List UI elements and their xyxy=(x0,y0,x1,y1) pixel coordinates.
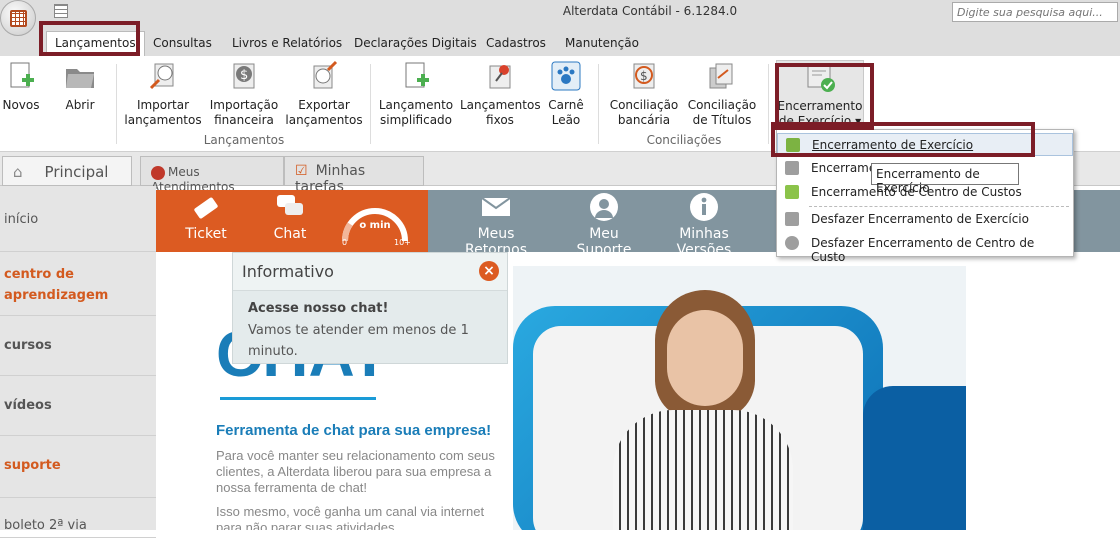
meus-retornos-button[interactable]: Meus Retornos xyxy=(446,192,546,258)
tab-meus-atendimentos[interactable]: Meus Atendimentos xyxy=(140,156,284,194)
dollar-icon: $ xyxy=(228,60,260,92)
sidebar-item-suporte[interactable]: suporte xyxy=(0,436,156,498)
conciliacao-bancaria-button[interactable]: $ Conciliação bancária xyxy=(606,60,682,128)
sidebar: início centro de aprendizagem cursos víd… xyxy=(0,186,156,538)
user-icon xyxy=(589,192,619,222)
new-document-icon xyxy=(5,60,37,92)
novos-button[interactable]: Novos xyxy=(0,60,42,113)
importar-lancamentos-button[interactable]: Importar lançamentos xyxy=(124,60,202,128)
lancamentos-fixos-button[interactable]: Lançamentos fixos xyxy=(460,60,541,128)
wait-time-gauge: o min 0 10+ xyxy=(340,196,411,250)
ribbon-tabs: Lançamentos Consultas Livros e Relatório… xyxy=(0,28,1120,57)
tab-manutencao[interactable]: Manutenção xyxy=(557,34,647,52)
chat-subtitle: Ferramenta de chat para sua empresa! xyxy=(216,422,492,439)
quick-actions-bar: Ticket Chat o min 0 10+ xyxy=(156,190,428,252)
headset-icon xyxy=(151,165,165,180)
svg-text:$: $ xyxy=(640,69,648,83)
tab-declaracoes-digitais[interactable]: Declarações Digitais xyxy=(346,34,485,52)
group-label-lancamentos: Lançamentos xyxy=(203,133,285,147)
menu-item-desfazer-centro-custo[interactable]: Desfazer Encerramento de Centro de Custo xyxy=(777,232,1073,264)
exportar-lancamentos-button[interactable]: Exportar lançamentos xyxy=(284,60,364,128)
bank-dollar-icon: $ xyxy=(628,60,660,92)
tab-cadastros[interactable]: Cadastros xyxy=(478,34,554,52)
check-icon xyxy=(786,138,800,152)
close-icon[interactable]: × xyxy=(479,261,499,281)
tab-minhas-tarefas[interactable]: ☑ Minhas tarefas xyxy=(284,156,424,195)
chat-bubbles-icon xyxy=(275,192,305,222)
tooltip: Encerramento de Exercício xyxy=(871,163,1019,195)
menu-separator xyxy=(809,206,1069,207)
encerramento-exercicio-button[interactable]: Encerramento de Exercício ▾ xyxy=(776,60,864,132)
window-title: Alterdata Contábil - 6.1284.0 xyxy=(562,4,738,18)
conciliacao-titulos-button[interactable]: Conciliação de Títulos xyxy=(684,60,760,128)
woman-photo xyxy=(603,290,803,530)
heading-underline xyxy=(220,397,376,400)
chat-button[interactable]: Chat xyxy=(262,192,318,242)
undo-icon xyxy=(785,212,799,226)
gauge-value: o min xyxy=(359,220,391,231)
ticket-icon xyxy=(191,192,221,222)
tab-livros-relatorios[interactable]: Livros e Relatórios xyxy=(224,34,350,52)
sidebar-item-boleto[interactable]: boleto 2ª via xyxy=(0,498,156,538)
calculator-icon[interactable] xyxy=(54,4,68,18)
app-menu-button[interactable] xyxy=(0,0,36,36)
svg-text:$: $ xyxy=(240,68,248,83)
search-input[interactable] xyxy=(952,2,1118,22)
checked-document-icon xyxy=(804,61,836,93)
documents-arrow-icon xyxy=(706,60,738,92)
gauge-max: 10+ xyxy=(394,238,411,247)
sidebar-item-cursos[interactable]: cursos xyxy=(0,316,156,376)
popup-title: Informativo xyxy=(233,253,507,291)
popup-text: Vamos te atender em menos de 1 minuto. xyxy=(248,323,469,359)
add-document-icon xyxy=(400,60,432,92)
abrir-button[interactable]: Abrir xyxy=(58,60,102,113)
menu-item-encerramento-exercicio[interactable]: Encerramento de Exercício xyxy=(777,133,1073,156)
sidebar-item-inicio[interactable]: início xyxy=(0,186,156,252)
importacao-financeira-button[interactable]: $ Importação financeira xyxy=(206,60,282,128)
spreadsheet-icon xyxy=(10,10,27,27)
checkbox-icon: ☑ xyxy=(295,163,308,179)
informativo-popup: Informativo × Acesse nosso chat! Vamos t… xyxy=(232,252,508,364)
carne-leao-button[interactable]: Carnê Leão xyxy=(544,60,588,128)
gauge-min: 0 xyxy=(342,238,348,247)
check-grey-icon xyxy=(785,161,799,175)
ticket-button[interactable]: Ticket xyxy=(178,192,234,242)
chat-paragraph-1: Para você manter seu relacionamento com … xyxy=(216,448,495,495)
import-clock-icon xyxy=(147,60,179,92)
lancamento-simplificado-button[interactable]: Lançamento simplificado xyxy=(376,60,456,128)
menu-item-desfazer-exercicio[interactable]: Desfazer Encerramento de Exercício xyxy=(777,208,1073,231)
tab-lancamentos[interactable]: Lançamentos xyxy=(46,31,145,57)
home-icon: ⌂ xyxy=(13,163,23,181)
dollar-check-icon xyxy=(785,185,799,199)
paw-icon xyxy=(550,60,582,92)
undo-circle-icon xyxy=(785,236,799,250)
tab-consultas[interactable]: Consultas xyxy=(145,34,220,52)
group-label-conciliacoes: Conciliações xyxy=(646,133,722,147)
title-bar: Alterdata Contábil - 6.1284.0 xyxy=(0,0,1120,28)
sidebar-item-centro-aprendizagem[interactable]: centro de aprendizagem xyxy=(0,252,156,316)
export-clock-icon xyxy=(308,60,340,92)
pin-icon xyxy=(484,60,516,92)
meu-suporte-button[interactable]: Meu Suporte xyxy=(562,192,646,258)
abrir-label: Abrir xyxy=(65,98,95,112)
popup-bold-text: Acesse nosso chat! xyxy=(248,301,389,316)
envelope-icon xyxy=(481,192,511,222)
novos-label: Novos xyxy=(2,98,40,112)
minhas-versoes-button[interactable]: Minhas Versões xyxy=(654,192,754,258)
tab-principal[interactable]: ⌂ Principal xyxy=(2,156,132,186)
sidebar-item-videos[interactable]: vídeos xyxy=(0,376,156,436)
chat-paragraph-2: Isso mesmo, você ganha um canal via inte… xyxy=(216,504,485,530)
folder-icon xyxy=(64,60,96,92)
info-icon xyxy=(689,192,719,222)
promo-image xyxy=(513,266,966,530)
